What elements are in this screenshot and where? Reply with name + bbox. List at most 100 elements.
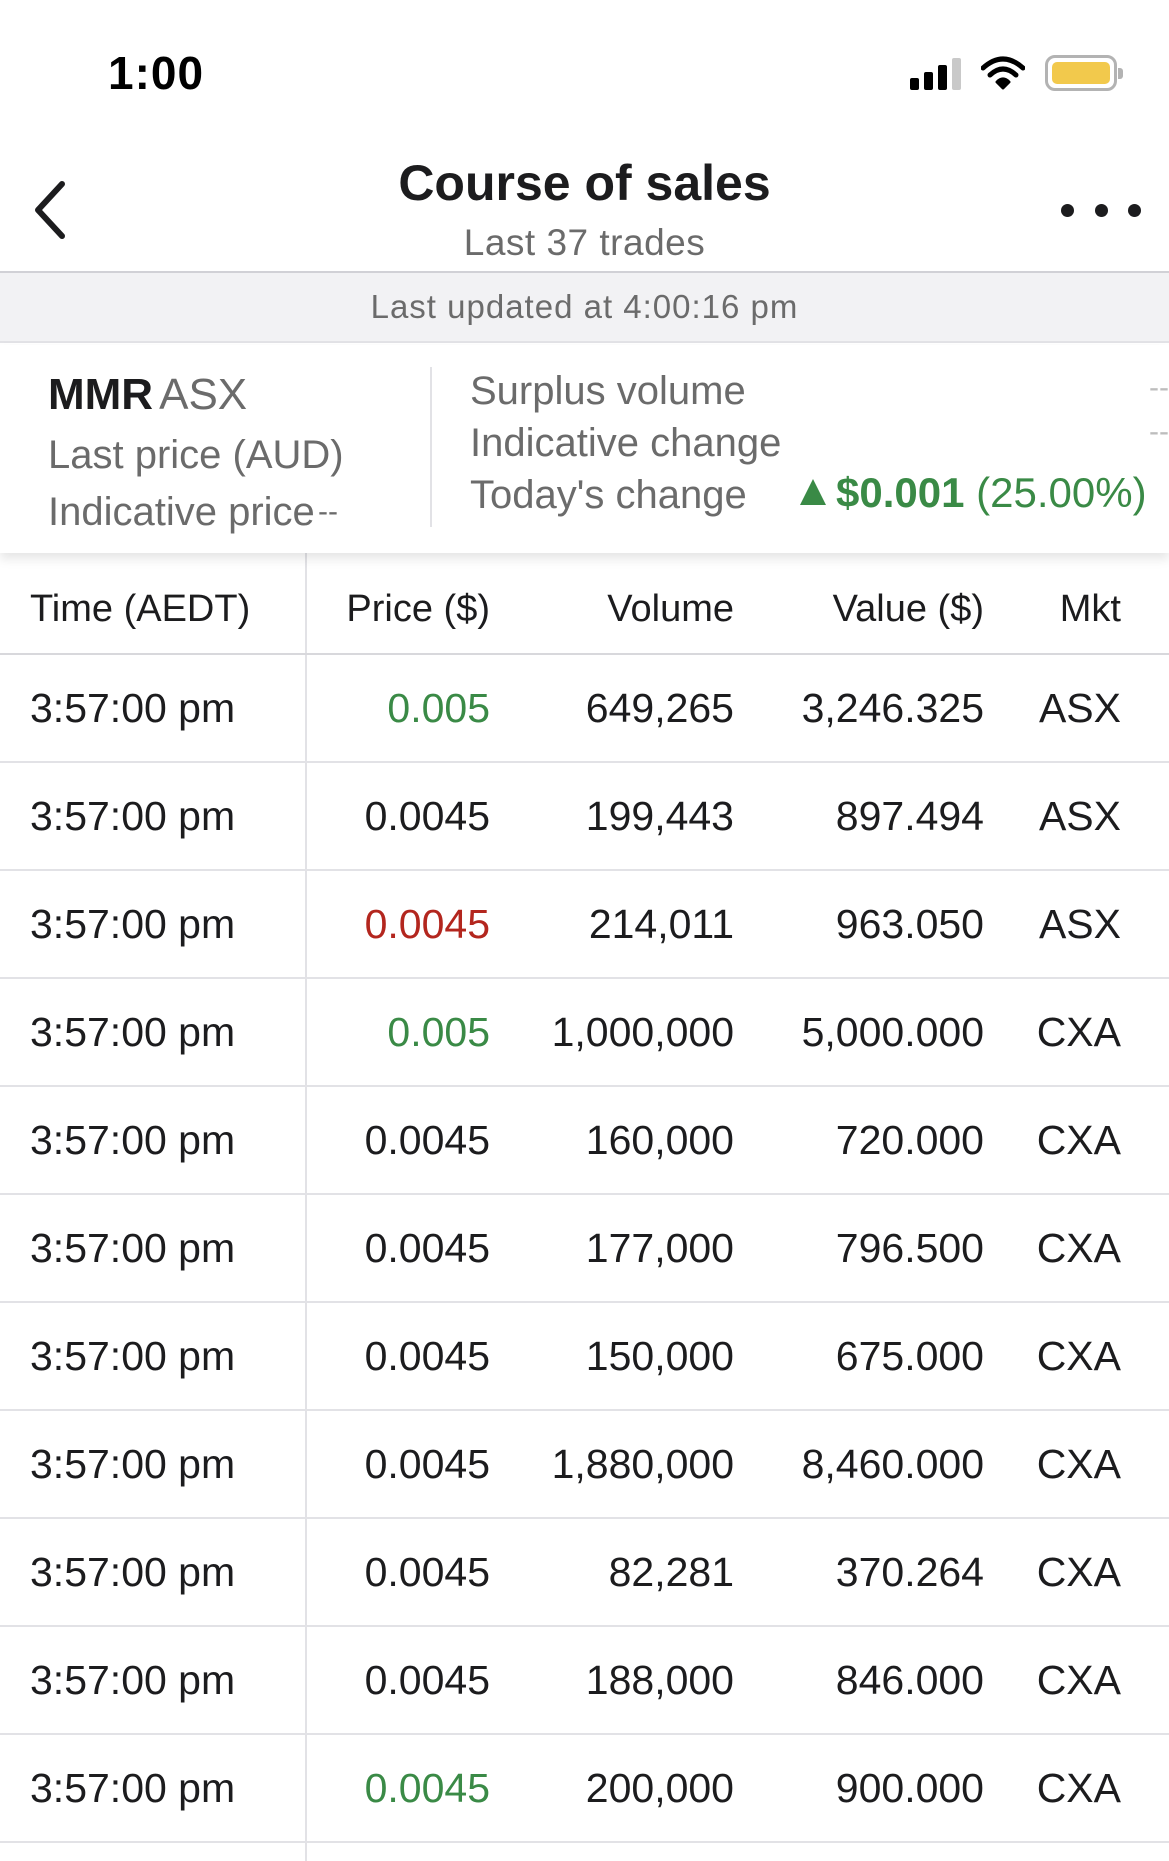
cell-volume: 177,000: [585, 1224, 734, 1271]
cell-volume: 1,000,000: [551, 1008, 734, 1055]
cell-price: 0.005: [387, 1008, 490, 1055]
cell-price: 0.0045: [364, 792, 490, 839]
table-row[interactable]: 3:57:00 pm 0.0045 1,880,000 8,460.000 CXA: [0, 1411, 1169, 1519]
nav-header: Course of sales Last 37 trades: [0, 140, 1169, 273]
status-bar: 1:00: [0, 0, 1169, 140]
cell-value: 900.000: [835, 1764, 984, 1811]
table-row-partial: [0, 1843, 1169, 1861]
cell-value: 675.000: [835, 1332, 984, 1379]
last-updated-bar: Last updated at 4:00:16 pm: [0, 273, 1169, 343]
table-row[interactable]: 3:57:00 pm 0.0045 177,000 796.500 CXA: [0, 1195, 1169, 1303]
ticker-line: MMR ASX: [48, 367, 408, 423]
summary-card: MMR ASX Last price (AUD) Indicative price…: [0, 345, 1169, 553]
cell-market: CXA: [1036, 1548, 1121, 1595]
header-time[interactable]: Time (AEDT): [0, 551, 307, 653]
header-volume[interactable]: Volume: [490, 588, 734, 631]
cell-market: ASX: [1038, 792, 1121, 839]
cell-time: 3:57:00 pm: [0, 1087, 307, 1193]
cell-time: 3:57:00 pm: [0, 1195, 307, 1301]
summary-right: Surplus volume Indicative change Today's…: [470, 365, 1169, 521]
table-row[interactable]: 3:57:00 pm 0.0045 199,443 897.494 ASX: [0, 763, 1169, 871]
indicative-change-label: Indicative change: [470, 421, 782, 465]
cell-value: 5,000.000: [801, 1008, 984, 1055]
cell-market: CXA: [1036, 1008, 1121, 1055]
cell-time: 3:57:00 pm: [0, 871, 307, 977]
cell-time: 3:57:00 pm: [0, 1627, 307, 1733]
cell-volume: 200,000: [585, 1764, 734, 1811]
status-time: 1:00: [108, 47, 205, 99]
cell-value: 846.000: [835, 1656, 984, 1703]
table-row[interactable]: 3:57:00 pm 0.0045 150,000 675.000 CXA: [0, 1303, 1169, 1411]
cell-volume: 649,265: [585, 684, 734, 731]
cell-market: ASX: [1038, 900, 1121, 947]
table-row[interactable]: 3:57:00 pm 0.0045 214,011 963.050 ASX: [0, 871, 1169, 979]
cell-price: 0.005: [387, 684, 490, 731]
battery-icon: [1045, 55, 1123, 91]
cell-time: 3:57:00 pm: [0, 979, 307, 1085]
header-value[interactable]: Value ($): [734, 588, 984, 631]
last-price-label: Last price (AUD): [48, 433, 344, 477]
indicative-price-value: --: [318, 495, 338, 528]
cell-time: 3:57:00 pm: [0, 763, 307, 869]
cell-volume: 82,281: [608, 1548, 734, 1595]
todays-change-pct: (25.00%): [976, 469, 1147, 516]
table-row[interactable]: 3:57:00 pm 0.005 1,000,000 5,000.000 CXA: [0, 979, 1169, 1087]
cell-time: 3:57:00 pm: [0, 1411, 307, 1517]
cell-volume: 199,443: [585, 792, 734, 839]
cell-market: CXA: [1036, 1764, 1121, 1811]
page-title: Course of sales: [398, 155, 771, 211]
more-icon: [1061, 203, 1074, 217]
cell-volume: 1,880,000: [551, 1440, 734, 1487]
cell-market: CXA: [1036, 1224, 1121, 1271]
cell-market: CXA: [1036, 1656, 1121, 1703]
up-arrow-icon: [800, 479, 826, 505]
cell-market: CXA: [1036, 1332, 1121, 1379]
cell-price: 0.0045: [364, 1656, 490, 1703]
status-icons: [910, 52, 1123, 94]
cell-price: 0.0045: [364, 1332, 490, 1379]
todays-change-value: $0.001 (25.00%): [800, 469, 1147, 517]
cell-market: CXA: [1036, 1440, 1121, 1487]
cell-time: 3:57:00 pm: [0, 1735, 307, 1841]
cell-price: 0.0045: [364, 1764, 490, 1811]
cell-price: 0.0045: [364, 1440, 490, 1487]
cell-time: 3:57:00 pm: [0, 1303, 307, 1409]
cell-volume: 160,000: [585, 1116, 734, 1163]
cell-price: 0.0045: [364, 900, 490, 947]
cell-price: 0.0045: [364, 1224, 490, 1271]
surplus-volume-label: Surplus volume: [470, 369, 746, 413]
table-row[interactable]: 3:57:00 pm 0.0045 188,000 846.000 CXA: [0, 1627, 1169, 1735]
table-row[interactable]: 3:57:00 pm 0.0045 160,000 720.000 CXA: [0, 1087, 1169, 1195]
signal-icon: [910, 56, 961, 90]
table-row[interactable]: 3:57:00 pm 0.0045 200,000 900.000 CXA: [0, 1735, 1169, 1843]
cell-time: 3:57:00 pm: [0, 1519, 307, 1625]
cell-value: 370.264: [835, 1548, 984, 1595]
table-row[interactable]: 3:57:00 pm 0.0045 82,281 370.264 CXA: [0, 1519, 1169, 1627]
cell-price: 0.0045: [364, 1548, 490, 1595]
page-subtitle: Last 37 trades: [463, 222, 706, 263]
exchange-code: ASX: [159, 370, 248, 419]
more-options-button[interactable]: [1061, 190, 1141, 230]
cell-market: ASX: [1038, 684, 1121, 731]
cell-volume: 214,011: [588, 900, 734, 947]
cell-volume: 150,000: [585, 1332, 734, 1379]
indicative-change-value: --: [1149, 415, 1169, 448]
cell-price: 0.0045: [364, 1116, 490, 1163]
header-price[interactable]: Price ($): [307, 588, 490, 631]
header-market[interactable]: Mkt: [984, 588, 1169, 631]
surplus-volume-value: --: [1149, 371, 1169, 404]
table-body: 3:57:00 pm 0.005 649,265 3,246.325 ASX 3:57:0…: [0, 655, 1169, 1843]
cell-value: 963.050: [835, 900, 984, 947]
cell-volume: 188,000: [585, 1656, 734, 1703]
table-row[interactable]: 3:57:00 pm 0.005 649,265 3,246.325 ASX: [0, 655, 1169, 763]
cell-value: 720.000: [835, 1116, 984, 1163]
todays-change-abs: $0.001: [836, 469, 965, 516]
wifi-icon: [981, 56, 1025, 90]
trades-table: Time (AEDT) Price ($) Volume Value ($) M…: [0, 551, 1169, 1861]
cell-value: 8,460.000: [801, 1440, 984, 1487]
ticker-symbol: MMR: [48, 370, 154, 419]
cell-value: 897.494: [835, 792, 984, 839]
cell-time: 3:57:00 pm: [0, 655, 307, 761]
summary-divider: [430, 367, 432, 527]
cell-value: 796.500: [835, 1224, 984, 1271]
